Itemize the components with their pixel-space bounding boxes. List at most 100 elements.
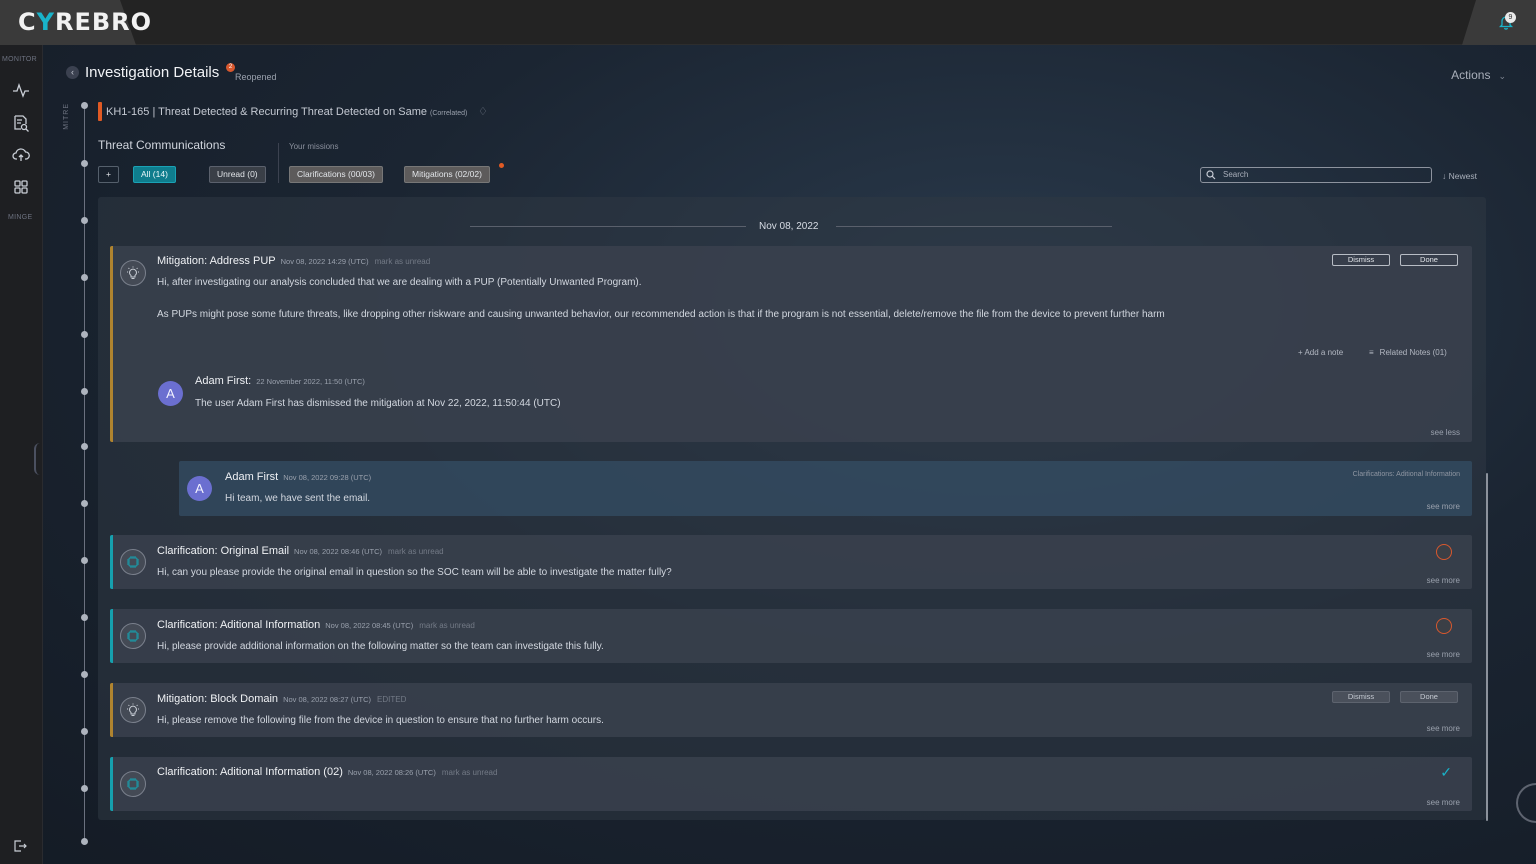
chip-icon bbox=[120, 549, 146, 575]
reply-card: A Adam First Nov 08, 2022 09:28 (UTC) Cla… bbox=[179, 461, 1472, 516]
cloud-upload-icon[interactable] bbox=[12, 146, 30, 164]
chip-icon bbox=[120, 623, 146, 649]
clarification-card: Clarification: Aditional Information (02… bbox=[110, 757, 1472, 811]
timeline-dot[interactable] bbox=[81, 557, 88, 564]
top-bar: CYREBRO 9 bbox=[0, 0, 1536, 45]
grid-icon[interactable] bbox=[12, 178, 30, 196]
filter-unread-tab[interactable]: Unread (0) bbox=[209, 166, 266, 183]
clarification-card: Clarification: Aditional Information Nov … bbox=[110, 609, 1472, 663]
reopen-count-badge: 2 bbox=[226, 63, 235, 72]
missions-label: Your missions bbox=[289, 142, 339, 151]
done-button[interactable]: Done bbox=[1400, 254, 1458, 266]
main-content: ‹ Investigation Details 2 Reopened Actio… bbox=[43, 45, 1536, 864]
card-title: Clarification: Original Email Nov 08, 202… bbox=[157, 545, 444, 557]
sidebar-section-monitor: MONITOR bbox=[2, 56, 38, 63]
reply-text: Hi team, we have sent the email. bbox=[225, 493, 371, 504]
notification-count-badge: 9 bbox=[1505, 12, 1516, 23]
see-more-link[interactable]: see more bbox=[1427, 724, 1460, 733]
add-communication-button[interactable]: + bbox=[98, 166, 119, 183]
clarification-card: Clarification: Original Email Nov 08, 202… bbox=[110, 535, 1472, 589]
card-body: Hi, please remove the following file fro… bbox=[157, 715, 604, 726]
timeline-dot[interactable] bbox=[81, 785, 88, 792]
timeline-dot[interactable] bbox=[81, 671, 88, 678]
see-more-link[interactable]: see more bbox=[1427, 502, 1460, 511]
done-button[interactable]: Done bbox=[1400, 691, 1458, 703]
card-body: Hi, after investigating our analysis con… bbox=[157, 277, 642, 288]
case-title: KH1-165 | Threat Detected & Recurring Th… bbox=[106, 106, 468, 118]
reply-author: Adam First Nov 08, 2022 09:28 (UTC) bbox=[225, 471, 372, 483]
search-input[interactable]: Search bbox=[1200, 167, 1432, 183]
check-icon[interactable]: ✓ bbox=[1440, 764, 1452, 781]
card-title: Mitigation: Address PUP Nov 08, 2022 14:2… bbox=[157, 255, 431, 267]
sidebar: MONITOR MINGE bbox=[0, 45, 43, 864]
timeline-dot[interactable] bbox=[81, 331, 88, 338]
reply-context: Clarifications: Aditional Information bbox=[1352, 471, 1460, 478]
timeline-dot[interactable] bbox=[81, 388, 88, 395]
actions-dropdown[interactable]: Actions ⌄ bbox=[1451, 68, 1506, 82]
see-more-link[interactable]: see more bbox=[1427, 576, 1460, 585]
logout-icon[interactable] bbox=[13, 839, 27, 853]
list-icon: ≡ bbox=[1369, 348, 1374, 357]
chip-icon bbox=[120, 771, 146, 797]
mark-as-unread-link[interactable]: mark as unread bbox=[442, 768, 498, 777]
mitigation-card: Mitigation: Block Domain Nov 08, 2022 08:… bbox=[110, 683, 1472, 737]
timeline-dot[interactable] bbox=[81, 614, 88, 621]
avatar: A bbox=[158, 381, 183, 406]
see-more-link[interactable]: see more bbox=[1427, 650, 1460, 659]
chevron-down-icon: ⌄ bbox=[1498, 71, 1506, 81]
lightbulb-icon bbox=[120, 260, 146, 286]
cancel-circle-icon[interactable] bbox=[1436, 544, 1452, 560]
search-document-icon[interactable] bbox=[12, 114, 30, 132]
status-label: Reopened bbox=[235, 72, 277, 82]
page-title: Investigation Details bbox=[85, 64, 220, 81]
edited-label: EDITED bbox=[377, 695, 407, 704]
add-note-button[interactable]: + Add a note bbox=[1298, 348, 1343, 357]
card-body: As PUPs might pose some future threats, … bbox=[157, 309, 1165, 320]
card-title: Clarification: Aditional Information (02… bbox=[157, 766, 498, 778]
timeline-dot[interactable] bbox=[81, 217, 88, 224]
card-body: Hi, can you please provide the original … bbox=[157, 567, 672, 578]
timeline-dot[interactable] bbox=[81, 102, 88, 109]
feed-scrollbar[interactable] bbox=[1486, 473, 1488, 821]
sort-newest-button[interactable]: ↓ Newest bbox=[1442, 171, 1477, 181]
mark-as-unread-link[interactable]: mark as unread bbox=[419, 621, 475, 630]
see-more-link[interactable]: see more bbox=[1427, 798, 1460, 807]
timeline-dot[interactable] bbox=[81, 728, 88, 735]
card-body: Hi, please provide additional informatio… bbox=[157, 641, 604, 652]
cancel-circle-icon[interactable] bbox=[1436, 618, 1452, 634]
timeline-dot[interactable] bbox=[81, 274, 88, 281]
note-author: Adam First: 22 November 2022, 11:50 (UTC) bbox=[195, 375, 365, 387]
sidebar-section-minge: MINGE bbox=[8, 214, 33, 221]
card-title: Mitigation: Block Domain Nov 08, 2022 08:… bbox=[157, 693, 407, 705]
date-label: Nov 08, 2022 bbox=[759, 221, 819, 232]
see-less-link[interactable]: see less bbox=[1431, 428, 1460, 437]
timeline-dot[interactable] bbox=[81, 500, 88, 507]
timeline-dot[interactable] bbox=[81, 838, 88, 845]
note-text: The user Adam First has dismissed the mi… bbox=[195, 398, 561, 409]
app-logo[interactable]: CYREBRO bbox=[18, 8, 152, 36]
mark-as-unread-link[interactable]: mark as unread bbox=[375, 257, 431, 266]
dismiss-button[interactable]: Dismiss bbox=[1332, 691, 1390, 703]
case-severity-bar bbox=[98, 102, 102, 121]
filter-all-tab[interactable]: All (14) bbox=[133, 166, 176, 183]
activity-icon[interactable] bbox=[12, 81, 30, 99]
filter-mitigations-tab[interactable]: Mitigations (02/02) bbox=[404, 166, 490, 183]
bell-icon[interactable]: ♢ bbox=[478, 105, 488, 118]
timeline-dot[interactable] bbox=[81, 443, 88, 450]
mitigation-card: Mitigation: Address PUP Nov 08, 2022 14:2… bbox=[110, 246, 1472, 442]
chat-assistant-handle[interactable] bbox=[1516, 783, 1536, 823]
avatar: A bbox=[187, 476, 212, 501]
sidebar-expand-handle[interactable] bbox=[34, 443, 40, 475]
search-icon bbox=[1206, 170, 1216, 180]
mark-as-unread-link[interactable]: mark as unread bbox=[388, 547, 444, 556]
divider bbox=[278, 143, 279, 183]
unread-dot bbox=[499, 163, 504, 168]
filter-clarifications-tab[interactable]: Clarifications (00/03) bbox=[289, 166, 383, 183]
dismiss-button[interactable]: Dismiss bbox=[1332, 254, 1390, 266]
mitre-label: MITRE bbox=[63, 103, 70, 130]
related-notes-button[interactable]: ≡ Related Notes (01) bbox=[1369, 348, 1447, 357]
card-title: Clarification: Aditional Information Nov … bbox=[157, 619, 475, 631]
back-chevron-icon[interactable]: ‹ bbox=[66, 66, 79, 79]
lightbulb-icon bbox=[120, 697, 146, 723]
timeline-dot[interactable] bbox=[81, 160, 88, 167]
